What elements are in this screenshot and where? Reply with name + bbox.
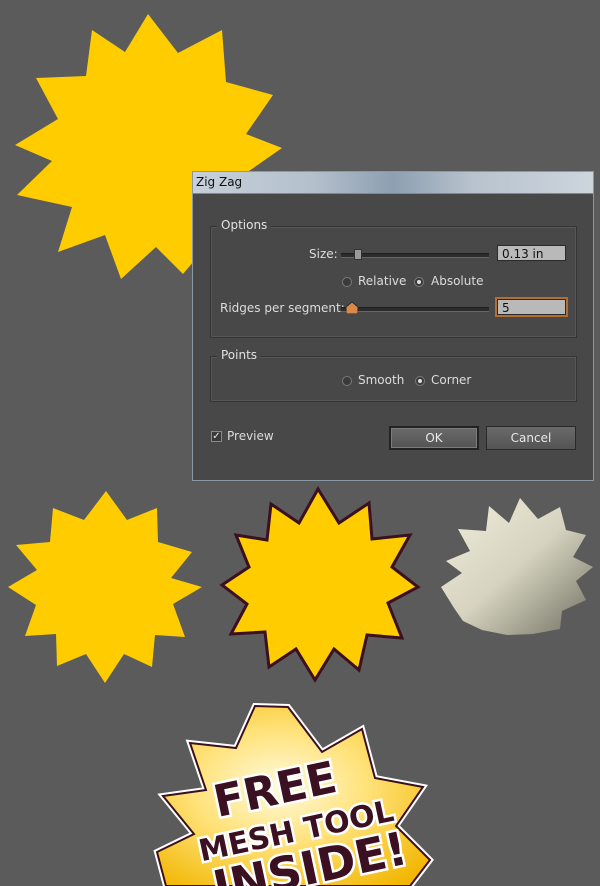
dialog-panel: Options Size: 0.13 in Relative Absolute … — [193, 194, 593, 480]
size-slider-thumb[interactable] — [354, 249, 362, 260]
zig-zag-dialog: Zig Zag Options Size: 0.13 in Relative A… — [192, 171, 594, 481]
points-group: Points Smooth Corner — [210, 348, 577, 402]
ridges-slider[interactable] — [341, 307, 489, 312]
size-slider[interactable] — [341, 253, 489, 258]
smooth-radio[interactable] — [342, 376, 352, 386]
mesh-gradient-star[interactable] — [441, 498, 593, 635]
size-field[interactable]: 0.13 in — [497, 245, 566, 261]
zigzag-star-outlined[interactable] — [219, 486, 421, 683]
absolute-label[interactable]: Absolute — [431, 274, 483, 288]
options-legend: Options — [217, 218, 272, 232]
free-mesh-tool-badge[interactable]: FREE MESH TOOL INSIDE! — [153, 702, 434, 886]
ok-button[interactable]: OK — [389, 426, 479, 450]
zigzag-star-flat[interactable] — [8, 491, 202, 683]
size-label: Size: — [309, 247, 338, 261]
relative-radio[interactable] — [342, 277, 352, 287]
ridges-label: Ridges per segment: — [220, 301, 345, 315]
smooth-label[interactable]: Smooth — [358, 373, 404, 387]
dialog-title: Zig Zag — [196, 175, 243, 189]
points-legend: Points — [217, 348, 262, 362]
cancel-button[interactable]: Cancel — [486, 426, 576, 450]
relative-label[interactable]: Relative — [358, 274, 406, 288]
dialog-title-bar[interactable]: Zig Zag — [193, 172, 593, 194]
corner-label[interactable]: Corner — [431, 373, 471, 387]
preview-checkbox[interactable]: ✓ — [211, 431, 222, 442]
options-group: Options Size: 0.13 in Relative Absolute … — [210, 218, 577, 338]
ridges-field[interactable]: 5 — [497, 299, 566, 315]
preview-label[interactable]: Preview — [227, 429, 274, 443]
corner-radio[interactable] — [415, 376, 425, 386]
ridges-slider-thumb[interactable] — [346, 302, 358, 314]
absolute-radio[interactable] — [414, 277, 424, 287]
